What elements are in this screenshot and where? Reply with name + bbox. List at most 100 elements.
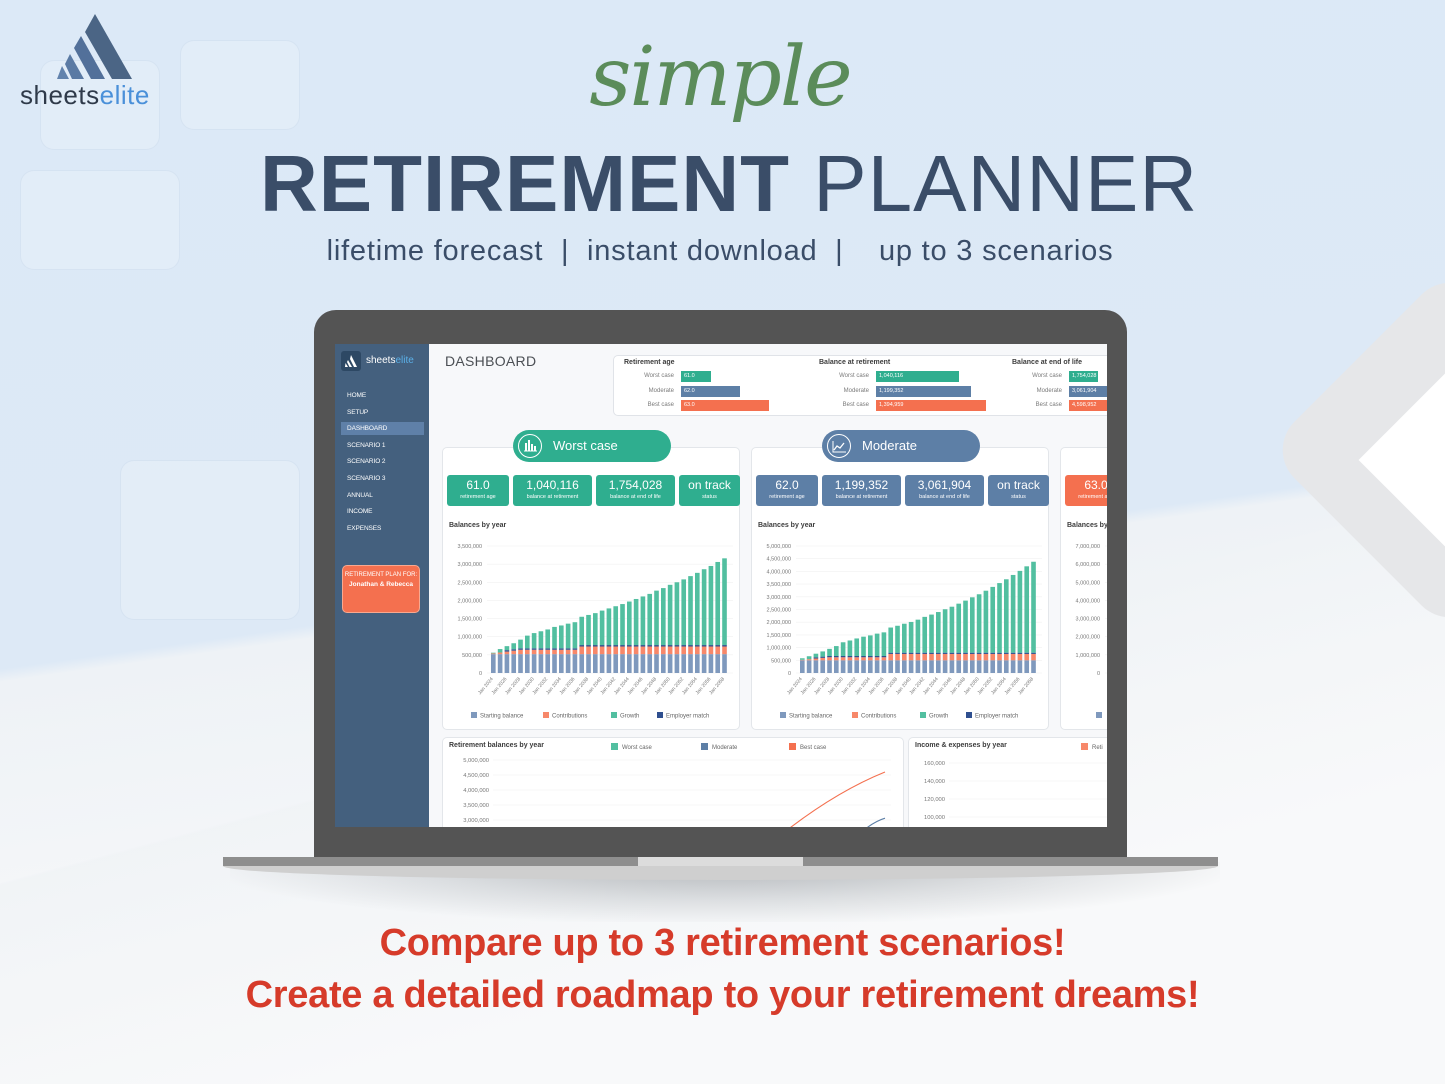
script-title: simple [589, 30, 852, 125]
bar-employer-match [586, 645, 591, 647]
bar-starting-balance [936, 660, 941, 673]
promo-line-1: Compare up to 3 retirement scenarios! [379, 922, 1066, 964]
title-light: PLANNER [813, 139, 1199, 228]
bar-growth [674, 582, 680, 646]
kpi-label: balance at retirement [835, 494, 888, 500]
bar-contributions [545, 649, 551, 655]
bar-employer-match [915, 652, 921, 654]
line-best-case [790, 771, 886, 827]
y-tick-label: 3,000,000 [458, 562, 482, 568]
bar-contributions [847, 657, 853, 661]
scenario-card-worst-case: 61.0 retirement age 1,040,116 balance at re… [442, 447, 740, 730]
y-tick-label: 3,500,000 [767, 582, 791, 588]
summary-row-label: Worst case [644, 373, 674, 379]
bar-employer-match [531, 648, 537, 650]
bar-contributions [661, 646, 666, 655]
sidebar-item-scenario-2[interactable]: SCENARIO 2 [341, 455, 424, 468]
bar-contributions [854, 657, 860, 661]
scenario-header-pill[interactable]: Moderate [822, 430, 980, 462]
sidebar-item-annual[interactable]: ANNUAL [341, 489, 424, 502]
bar-growth [1024, 566, 1030, 653]
sidebar-item-setup[interactable]: SETUP [341, 406, 424, 419]
bar-growth [552, 626, 557, 649]
bar-contributions [1010, 653, 1016, 661]
bar-growth [633, 598, 639, 646]
bar-starting-balance [1024, 660, 1030, 673]
bar-contributions [990, 653, 996, 661]
bar-employer-match [868, 655, 873, 658]
bar-employer-match [1017, 652, 1023, 654]
bar-growth [936, 612, 941, 653]
kpi-label: retirement age [460, 494, 496, 500]
bar-starting-balance [881, 660, 887, 673]
bar-starting-balance [806, 660, 812, 673]
bar-employer-match [559, 648, 564, 650]
bar-starting-balance [640, 654, 646, 673]
summary-row-label: Best case [842, 402, 869, 408]
summary-bar: 1,394,959 [876, 400, 986, 411]
bar-growth [681, 579, 687, 646]
bar-growth [976, 594, 982, 653]
kpi-tile: 1,754,028 balance at end of life [596, 475, 675, 506]
bar-starting-balance [552, 654, 557, 673]
bar-employer-match [949, 652, 955, 654]
bar-growth [1004, 579, 1009, 653]
kpi-value: 63.0 [1084, 478, 1107, 492]
line-moderate [867, 817, 886, 827]
bar-starting-balance [525, 654, 530, 673]
laptop-notch [638, 857, 803, 866]
bar-starting-balance [956, 660, 962, 673]
chart-title: Balances by year [1067, 522, 1107, 529]
bar-starting-balance [983, 660, 989, 673]
bar-employer-match [895, 652, 900, 654]
kpi-label: balance at retirement [526, 494, 579, 500]
sidebar-item-home[interactable]: HOME [341, 389, 424, 402]
bar-contributions [956, 653, 962, 661]
bar-growth [820, 651, 826, 657]
bar-employer-match [942, 652, 948, 654]
bar-contributions [708, 646, 714, 655]
sidebar-item-scenario-1[interactable]: SCENARIO 1 [341, 439, 424, 452]
bar-starting-balance [681, 654, 687, 673]
y-tick-label: 0 [788, 671, 791, 677]
y-tick-label: 5,000,000 [463, 758, 489, 764]
bar-contributions [586, 646, 591, 655]
bar-employer-match [572, 648, 578, 650]
bar-growth [701, 569, 707, 646]
sidebar-item-scenario-3[interactable]: SCENARIO 3 [341, 472, 424, 485]
sidebar-item-income[interactable]: INCOME [341, 505, 424, 518]
bar-starting-balance [572, 654, 578, 673]
sidebar-item-expenses[interactable]: EXPENSES [341, 522, 424, 535]
bar-starting-balance [661, 654, 666, 673]
bar-contributions [565, 649, 571, 655]
bar-growth [620, 604, 625, 646]
bar-growth [695, 572, 700, 646]
bar-starting-balance [834, 660, 839, 673]
bar-contributions [868, 657, 873, 661]
bar-employer-match [1024, 652, 1030, 654]
y-tick-label: 2,000,000 [767, 620, 791, 626]
bar-growth [854, 638, 860, 656]
legend-swatch [611, 712, 617, 718]
bar-growth [511, 643, 517, 650]
y-tick-label: 3,500,000 [458, 544, 482, 550]
sidebar-item-dashboard[interactable]: DASHBOARD [341, 422, 424, 436]
bar-starting-balance [908, 660, 914, 673]
retirement-line-chart: 5,000,000 4,500,000 4,000,000 3,500,000 3,00… [463, 758, 891, 827]
bar-employer-match [963, 652, 968, 654]
summary-panel: Retirement age Worst case 61.0 Moderate 62.0… [613, 355, 1107, 416]
summary-group-title: Balance at retirement [819, 359, 891, 366]
app-screen: sheetselite HOME SETUP DASHBOARD SCENARIO 1… [335, 344, 1107, 827]
bar-starting-balance [990, 660, 996, 673]
bar-starting-balance [654, 654, 659, 673]
bar-employer-match [647, 645, 653, 647]
bar-contributions [936, 653, 941, 661]
bar-employer-match [834, 655, 839, 658]
scenario-header-pill[interactable]: Worst case [513, 430, 671, 462]
bar-contributions [504, 651, 510, 655]
summary-bar: 1,199,352 [876, 385, 971, 397]
y-tick-label: 3,000,000 [463, 818, 489, 824]
bar-contributions [888, 653, 894, 661]
bar-growth [559, 625, 564, 649]
y-tick-label: 4,500,000 [767, 557, 791, 563]
